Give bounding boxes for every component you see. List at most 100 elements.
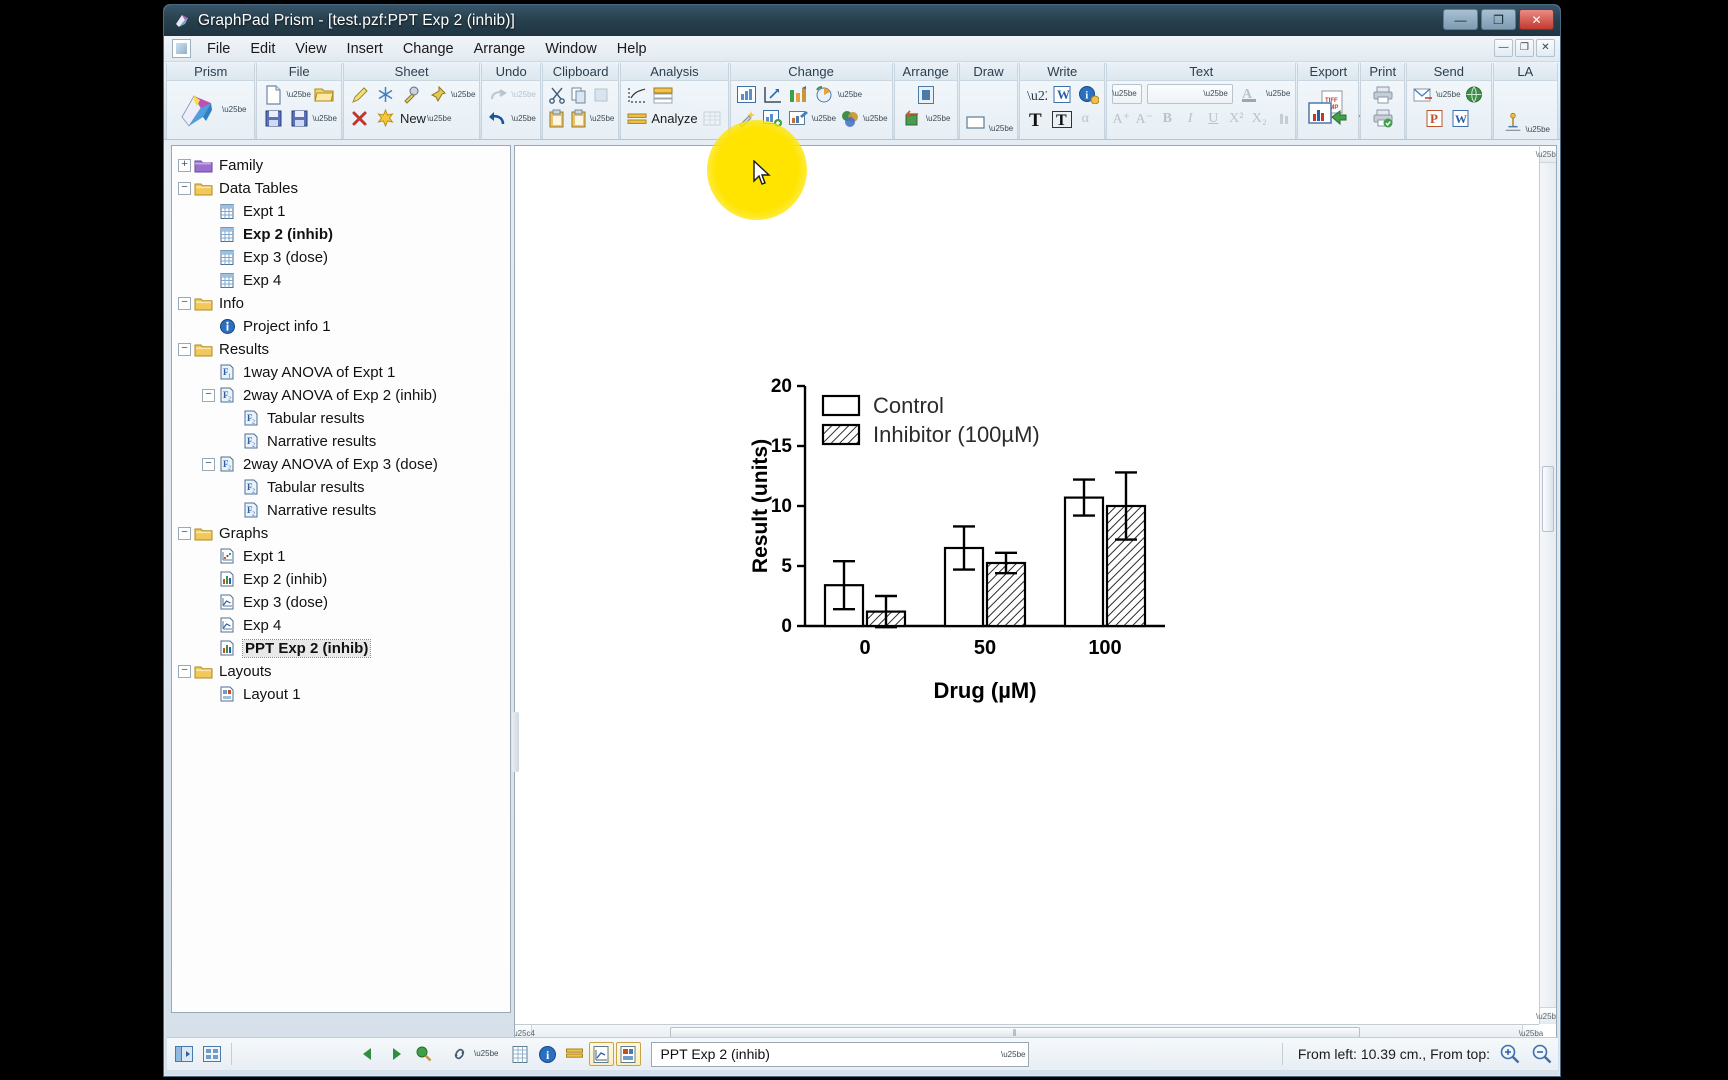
tree-node[interactable]: PPT Exp 2 (inhib) bbox=[178, 637, 510, 660]
change-refresh-pie-icon[interactable] bbox=[813, 84, 837, 106]
paste-icon[interactable] bbox=[547, 109, 567, 129]
show-navigator-icon[interactable] bbox=[171, 1042, 196, 1066]
mdi-restore-button[interactable]: ❐ bbox=[1515, 39, 1534, 57]
chain-link-caret[interactable]: \u25be bbox=[474, 1050, 498, 1058]
tree-expander-toggle[interactable]: − bbox=[178, 182, 191, 195]
zoom-in-icon[interactable] bbox=[1498, 1042, 1522, 1066]
navigator-panel[interactable]: + Family − Data Tables Expt 1 Exp 2 (inhib) Ex… bbox=[171, 145, 511, 1013]
redo-caret[interactable]: \u25be bbox=[511, 90, 535, 99]
tree-node[interactable]: Exp 2 (inhib) bbox=[178, 568, 510, 591]
add-graph-icon[interactable] bbox=[761, 108, 785, 130]
change-axis-icon[interactable] bbox=[761, 84, 785, 106]
save-as-icon[interactable] bbox=[287, 108, 311, 130]
tree-node[interactable]: − F 2 2way ANOVA of Exp 3 (dose) bbox=[178, 453, 510, 476]
chain-link-icon[interactable] bbox=[447, 1042, 472, 1066]
copy-image-icon[interactable] bbox=[591, 85, 611, 105]
font-size-combo[interactable]: \u25be bbox=[1112, 84, 1142, 104]
close-button[interactable]: ✕ bbox=[1519, 9, 1554, 30]
tree-node[interactable]: F 2 Tabular results bbox=[178, 407, 510, 430]
text-tool-icon[interactable]: T bbox=[1024, 108, 1048, 130]
analyze-label[interactable]: Analyze bbox=[651, 111, 697, 126]
info-add-icon[interactable]: i bbox=[1076, 84, 1100, 106]
tree-node[interactable]: − Layouts bbox=[178, 660, 510, 683]
underline-button[interactable]: U bbox=[1204, 109, 1222, 129]
tree-node[interactable]: − Data Tables bbox=[178, 177, 510, 200]
tree-node[interactable]: − F 2 2way ANOVA of Exp 2 (inhib) bbox=[178, 384, 510, 407]
prism-logo-button[interactable] bbox=[175, 87, 221, 133]
draw-shape-caret[interactable]: \u25be bbox=[989, 125, 1013, 133]
pin-sheet-icon[interactable] bbox=[426, 84, 450, 106]
tree-node[interactable]: F 2 Narrative results bbox=[178, 430, 510, 453]
tree-node[interactable]: Exp 3 (dose) bbox=[178, 591, 510, 614]
save-as-caret[interactable]: \u25be bbox=[312, 114, 336, 123]
paste-caret[interactable]: \u25be bbox=[590, 114, 614, 123]
change-graph-type-icon[interactable] bbox=[735, 84, 759, 106]
tree-node[interactable]: − Graphs bbox=[178, 522, 510, 545]
new-sheet-caret[interactable]: \u25be bbox=[427, 114, 451, 123]
magic-wand-icon[interactable] bbox=[735, 108, 759, 130]
zoom-out-icon[interactable] bbox=[1530, 1042, 1554, 1066]
print-icon[interactable] bbox=[1371, 84, 1395, 106]
delete-sheet-icon[interactable] bbox=[348, 108, 372, 130]
menu-item-file[interactable]: File bbox=[197, 39, 240, 59]
send-web-icon[interactable] bbox=[1463, 84, 1487, 106]
tree-expander-toggle[interactable]: − bbox=[202, 389, 215, 402]
document-icon[interactable] bbox=[172, 39, 191, 58]
vertical-scroll-thumb[interactable] bbox=[1542, 466, 1554, 532]
undo-icon[interactable] bbox=[486, 108, 510, 130]
undo-caret[interactable]: \u25be bbox=[511, 114, 535, 123]
analysis-curve-icon[interactable] bbox=[625, 84, 649, 106]
analysis-grid-icon[interactable] bbox=[700, 108, 724, 130]
font-size-caret[interactable]: \u25be bbox=[1112, 90, 1136, 98]
tree-expander-toggle[interactable]: − bbox=[178, 665, 191, 678]
tree-node[interactable]: Exp 4 bbox=[178, 269, 510, 292]
arrange-rotate-caret[interactable]: \u25be bbox=[926, 114, 950, 123]
menu-item-edit[interactable]: Edit bbox=[240, 39, 285, 59]
paste-special-icon[interactable] bbox=[569, 109, 589, 129]
superscript-button[interactable]: X² bbox=[1227, 109, 1245, 129]
page-setup-icon[interactable] bbox=[914, 84, 938, 106]
new-sheet-label[interactable]: New bbox=[400, 111, 426, 126]
sheet-type-results-icon[interactable] bbox=[562, 1042, 587, 1066]
copy-icon[interactable] bbox=[569, 85, 589, 105]
open-file-icon[interactable] bbox=[313, 84, 337, 106]
sheet-type-layout-icon[interactable] bbox=[616, 1042, 642, 1066]
bar-chart[interactable]: 0 5 10 15 20 0 50 100 Control Inhibitor (100µM) R… bbox=[747, 374, 1177, 704]
color-scheme-caret[interactable]: \u25be bbox=[863, 114, 887, 123]
sheet-type-info-icon[interactable]: i bbox=[535, 1042, 560, 1066]
scroll-up-arrow[interactable]: \u25b2 bbox=[1536, 146, 1556, 163]
italic-button[interactable]: I bbox=[1181, 109, 1199, 129]
increase-font-button[interactable]: A⁺ bbox=[1112, 109, 1131, 129]
menu-item-arrange[interactable]: Arrange bbox=[464, 39, 536, 59]
tree-node[interactable]: + Family bbox=[178, 154, 510, 177]
send-word-icon[interactable]: W bbox=[1450, 108, 1474, 130]
tree-node[interactable]: − Info bbox=[178, 292, 510, 315]
color-scheme-icon[interactable] bbox=[838, 108, 862, 130]
graph-canvas-panel[interactable]: 0 5 10 15 20 0 50 100 Control Inhibitor (100µM) R… bbox=[514, 145, 1557, 1042]
sheet-selector-combo[interactable]: PPT Exp 2 (inhib) \u25be bbox=[651, 1041, 1030, 1067]
tree-node[interactable]: F 1 1way ANOVA of Expt 1 bbox=[178, 361, 510, 384]
edit-graph-caret[interactable]: \u25be bbox=[812, 114, 836, 123]
tree-node[interactable]: Expt 1 bbox=[178, 545, 510, 568]
tree-node[interactable]: Exp 3 (dose) bbox=[178, 246, 510, 269]
find-icon[interactable] bbox=[411, 1042, 436, 1066]
maximize-button[interactable]: ❐ bbox=[1481, 9, 1516, 30]
menu-item-change[interactable]: Change bbox=[393, 39, 464, 59]
change-colors-bars-icon[interactable] bbox=[787, 84, 811, 106]
sheet-type-graph-icon[interactable] bbox=[589, 1042, 615, 1066]
cut-scissors-icon[interactable] bbox=[547, 85, 567, 105]
text-box-tool-icon[interactable]: T bbox=[1050, 108, 1074, 130]
show-gallery-icon[interactable] bbox=[199, 1042, 224, 1066]
font-name-caret[interactable]: \u25be bbox=[1203, 90, 1227, 98]
tree-expander-toggle[interactable]: − bbox=[178, 343, 191, 356]
la-tool-icon[interactable] bbox=[1501, 112, 1525, 134]
scroll-down-arrow[interactable]: \u25bc bbox=[1536, 1007, 1556, 1024]
pin-sheet-caret[interactable]: \u25be bbox=[451, 90, 475, 99]
word-export-icon[interactable]: W bbox=[1050, 84, 1074, 106]
prev-sheet-icon[interactable] bbox=[355, 1042, 380, 1066]
tree-expander-toggle[interactable]: − bbox=[178, 297, 191, 310]
tree-node[interactable]: F 2 Narrative results bbox=[178, 499, 510, 522]
menu-item-insert[interactable]: Insert bbox=[337, 39, 393, 59]
tree-expander-toggle[interactable]: − bbox=[178, 527, 191, 540]
send-email-icon[interactable] bbox=[1411, 84, 1435, 106]
